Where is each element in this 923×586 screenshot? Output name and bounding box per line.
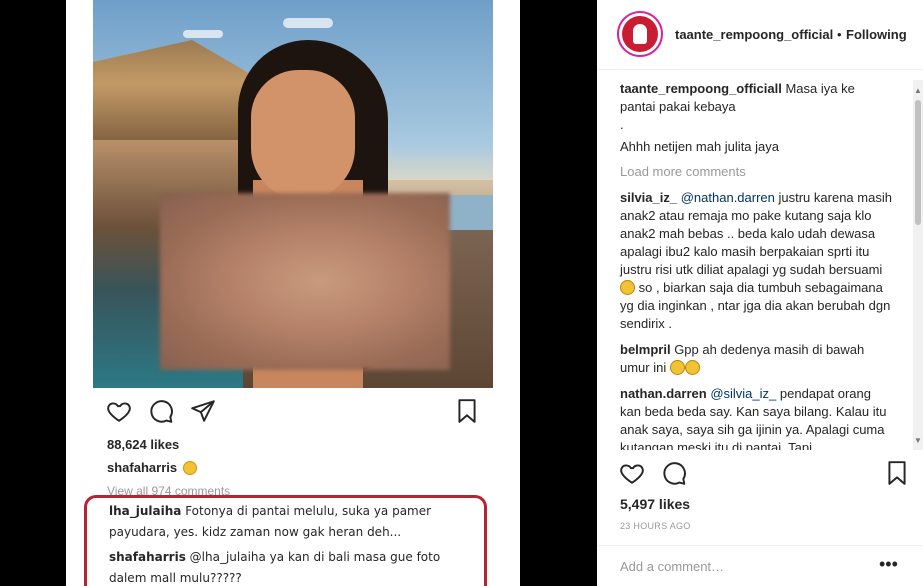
grin-emoji-icon bbox=[684, 360, 700, 375]
left-action-bar bbox=[106, 398, 216, 424]
share-icon bbox=[191, 400, 215, 422]
grin-emoji-icon bbox=[669, 360, 685, 375]
following-button[interactable]: Following bbox=[846, 27, 907, 42]
add-comment-bar: ••• bbox=[597, 545, 923, 586]
post-detail-panel: taante_rempoong_official • Following taa… bbox=[597, 0, 923, 586]
comment-item: nathan.darren @silvia_iz_ pendapat orang… bbox=[620, 386, 887, 450]
caption-username[interactable]: taante_rempoong_officiall bbox=[620, 81, 782, 96]
heart-icon[interactable] bbox=[619, 460, 645, 486]
load-more-comments[interactable]: Load more comments bbox=[620, 164, 913, 179]
post-photo bbox=[93, 0, 493, 388]
scroll-up-arrow-icon[interactable]: ▲ bbox=[914, 86, 922, 95]
comments-list[interactable]: taante_rempoong_officiall Masa iya ke pa… bbox=[597, 80, 913, 450]
comment-username[interactable]: belmpril bbox=[620, 342, 671, 357]
scrollbar-thumb[interactable] bbox=[915, 100, 921, 225]
heart-icon bbox=[107, 402, 131, 422]
comment-username[interactable]: nathan.darren bbox=[620, 386, 707, 401]
scroll-down-arrow-icon[interactable]: ▼ bbox=[914, 436, 922, 445]
left-caption: shafaharris bbox=[107, 460, 198, 475]
left-like-count: 88,624 likes bbox=[107, 437, 180, 452]
bookmark-icon[interactable] bbox=[884, 460, 910, 486]
avatar[interactable] bbox=[617, 11, 663, 57]
comments-scrollbar[interactable]: ▲ ▼ bbox=[913, 80, 923, 450]
separator-dot: • bbox=[837, 27, 842, 42]
post-caption: taante_rempoong_officiall Masa iya ke pa… bbox=[620, 81, 855, 154]
smile-emoji-icon bbox=[620, 280, 635, 295]
like-count[interactable]: 5,497 likes bbox=[620, 496, 690, 512]
comment-mention[interactable]: @nathan.darren bbox=[681, 190, 775, 205]
comment-icon[interactable] bbox=[661, 460, 687, 486]
left-caption-user: shafaharris bbox=[107, 460, 178, 475]
smiley-emoji-icon bbox=[183, 460, 198, 475]
censor-blur bbox=[160, 193, 450, 370]
comment-item: silvia_iz_ @nathan.darren justru karena … bbox=[620, 190, 892, 331]
action-bar bbox=[619, 460, 687, 486]
comment-mention[interactable]: @silvia_iz_ bbox=[710, 386, 776, 401]
comment-icon bbox=[150, 400, 173, 423]
more-options-icon[interactable]: ••• bbox=[879, 554, 898, 575]
header-username[interactable]: taante_rempoong_official bbox=[675, 27, 833, 42]
highlighted-comment: shafaharris @lha_julaiha ya kan di bali … bbox=[109, 550, 441, 585]
bookmark-icon bbox=[458, 399, 476, 423]
comment-item: belmpril Gpp ah dedenya masih di bawah u… bbox=[620, 342, 865, 375]
comment-username[interactable]: silvia_iz_ bbox=[620, 190, 677, 205]
highlighted-comments-box: lha_julaiha Fotonya di pantai melulu, su… bbox=[84, 495, 487, 586]
post-timestamp: 23 HOURS AGO bbox=[620, 521, 691, 531]
post-header: taante_rempoong_official • Following bbox=[597, 0, 923, 70]
embedded-post-screenshot: 88,624 likes shafaharris View all 974 co… bbox=[66, 0, 520, 586]
add-comment-input[interactable] bbox=[620, 559, 870, 574]
highlighted-comment: lha_julaiha Fotonya di pantai melulu, su… bbox=[109, 504, 432, 539]
